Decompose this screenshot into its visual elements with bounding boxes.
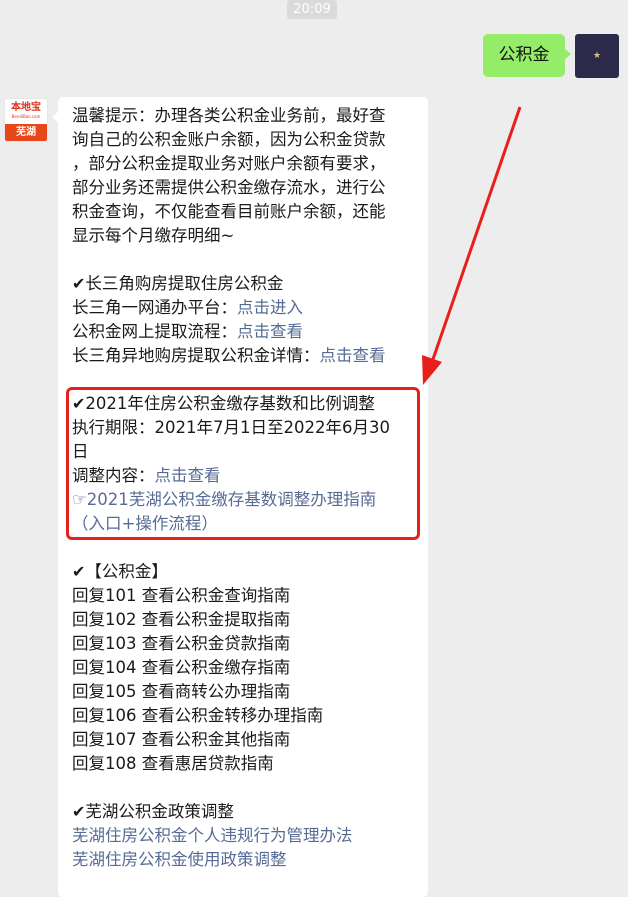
bot-avatar[interactable]: 本地宝 BendiBao.com 芜湖 xyxy=(4,98,48,142)
avatar-city: 芜湖 xyxy=(5,124,47,141)
intro-line: ，部分公积金提取业务对账户余额有要求， xyxy=(72,154,386,173)
intro-line: 部分业务还需提供公积金缴存流水，进行公 xyxy=(72,178,386,197)
user-avatar[interactable]: ★ xyxy=(575,34,619,78)
check-icon: ✔ xyxy=(72,274,86,293)
section-title: ✔【公积金】 xyxy=(72,562,168,581)
intro-line: 积金查询，不仅能查看目前账户余额，还能 xyxy=(72,202,386,221)
list-item: 回复102 查看公积金提取指南 xyxy=(72,610,291,629)
policy-link[interactable]: 芜湖住房公积金个人违规行为管理办法 xyxy=(72,824,424,848)
intro-line: 显示每个月缴存明细~ xyxy=(72,226,235,245)
message-timestamp: 20:09 xyxy=(287,0,337,19)
highlight-box xyxy=(66,387,420,540)
policy-link[interactable]: 芜湖住房公积金使用政策调整 xyxy=(72,848,424,872)
list-item: 回复101 查看公积金查询指南 xyxy=(72,586,291,605)
link-row: 公积金网上提取流程：点击查看 xyxy=(72,322,303,341)
user-message-bubble[interactable]: 公积金 xyxy=(483,34,571,77)
view-link[interactable]: 点击查看 xyxy=(237,322,303,341)
view-link[interactable]: 点击查看 xyxy=(320,346,386,365)
link-row: 长三角一网通办平台：点击进入 xyxy=(72,298,303,317)
link-row: 长三角异地购房提取公积金详情：点击查看 xyxy=(72,346,386,365)
check-icon: ✔ xyxy=(72,802,86,821)
check-icon: ✔ xyxy=(72,562,86,581)
list-item: 回复103 查看公积金贷款指南 xyxy=(72,634,291,653)
list-item: 回复107 查看公积金其他指南 xyxy=(72,730,291,749)
list-item: 回复106 查看公积金转移办理指南 xyxy=(72,706,324,725)
list-item: 回复108 查看惠居贷款指南 xyxy=(72,754,274,773)
star-icon: ★ xyxy=(592,50,602,61)
enter-link[interactable]: 点击进入 xyxy=(237,298,303,317)
intro-line: 询自己的公积金账户余额，因为公积金贷款 xyxy=(72,130,386,149)
avatar-brand: 本地宝 xyxy=(11,102,41,113)
list-item: 回复105 查看商转公办理指南 xyxy=(72,682,291,701)
section-title: ✔长三角购房提取住房公积金 xyxy=(72,274,284,293)
list-item: 回复104 查看公积金缴存指南 xyxy=(72,658,291,677)
intro-line: 温馨提示：办理各类公积金业务前，最好查 xyxy=(72,106,386,125)
section-title: ✔芜湖公积金政策调整 xyxy=(72,802,234,821)
avatar-url: BendiBao.com xyxy=(11,114,41,119)
